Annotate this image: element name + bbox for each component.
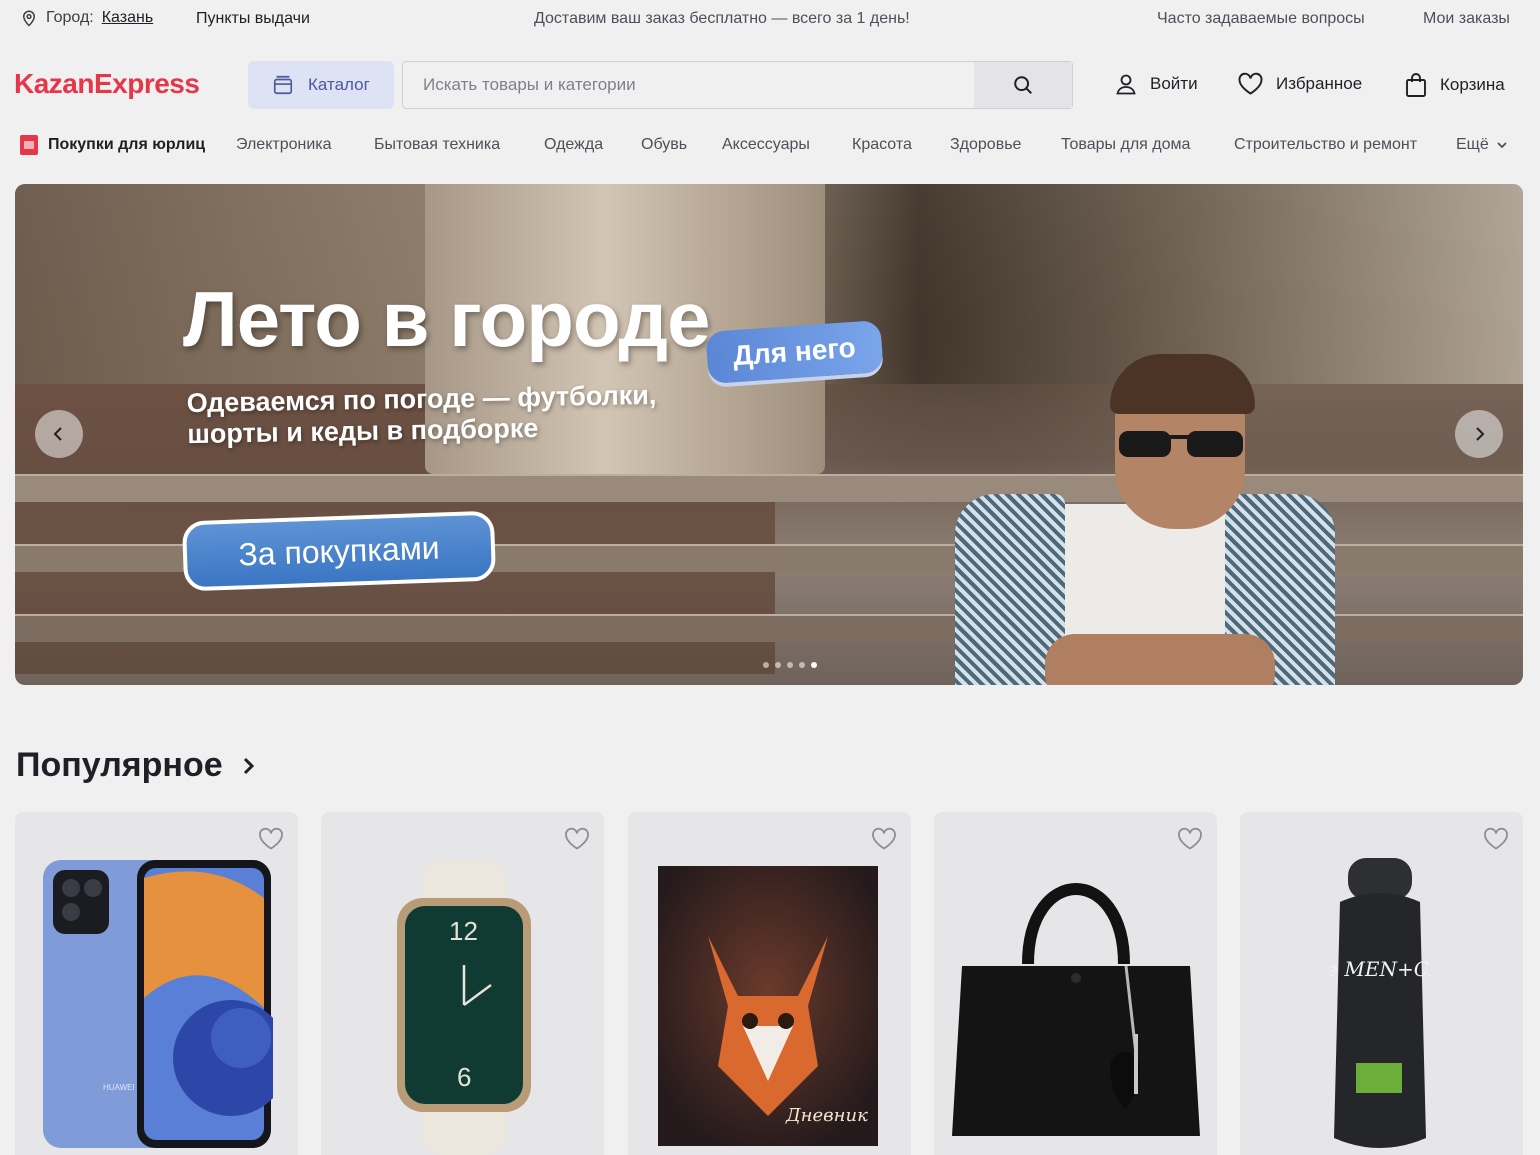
model-hair: [1110, 354, 1255, 414]
banner-next-button[interactable]: [1455, 410, 1503, 458]
my-orders-link[interactable]: Мои заказы: [1423, 10, 1510, 28]
notebook-image: Дневник: [658, 866, 878, 1146]
delivery-promo-text: Доставим ваш заказ бесплатно — всего за …: [534, 10, 910, 27]
svg-text:12: 12: [449, 916, 478, 946]
product-card[interactable]: 12 6: [321, 812, 604, 1155]
category-electronics[interactable]: Электроника: [236, 136, 332, 154]
header: KazanExpress Каталог Войти Избранное Кор…: [0, 38, 1540, 130]
favorite-heart-icon[interactable]: [871, 826, 897, 852]
smartphone-image: HUAWEI: [43, 860, 273, 1148]
business-purchases-link[interactable]: Покупки для юрлиц: [20, 135, 205, 155]
shampoo-brand-print: Dove MEN+CARE: [1330, 957, 1430, 981]
favorite-heart-icon[interactable]: [1483, 826, 1509, 852]
shopping-bag-icon: [1406, 73, 1426, 97]
cart-label: Корзина: [1440, 75, 1505, 94]
shampoo-bottle-image: Dove MEN+CARE: [1330, 858, 1430, 1148]
banner-prev-button[interactable]: [35, 410, 83, 458]
catalog-icon: [273, 75, 293, 95]
more-categories-button[interactable]: Ещё: [1456, 136, 1509, 154]
category-home[interactable]: Товары для дома: [1061, 136, 1190, 154]
catalog-button[interactable]: Каталог: [248, 61, 394, 109]
category-shoes[interactable]: Обувь: [641, 136, 687, 154]
product-card[interactable]: Dove MEN+CARE: [1240, 812, 1523, 1155]
product-list: HUAWEI 12 6 Дневник MEN+C: [15, 812, 1523, 1155]
svg-text:6: 6: [457, 1062, 471, 1092]
favorites-label: Избранное: [1276, 74, 1363, 93]
banner-title: Лето в городе: [183, 275, 710, 363]
chevron-down-icon: [1497, 142, 1507, 149]
smart-watch-image: 12 6: [397, 860, 531, 1155]
cart-button[interactable]: Корзина: [1404, 72, 1505, 98]
category-nav: Покупки для юрлиц Электроника Бытовая те…: [0, 130, 1540, 160]
category-clothing[interactable]: Одежда: [544, 136, 603, 154]
chevron-left-icon: [53, 427, 62, 441]
catalog-label: Каталог: [308, 75, 370, 94]
search-icon: [1014, 76, 1032, 94]
banner-dot[interactable]: [775, 662, 781, 668]
handbag-image: [952, 883, 1200, 1136]
search-button[interactable]: [974, 62, 1072, 108]
city-label: Город:: [46, 9, 94, 26]
product-card[interactable]: Дневник: [628, 812, 911, 1155]
chevron-right-icon: [243, 757, 254, 774]
category-health[interactable]: Здоровье: [950, 136, 1021, 154]
favorite-heart-icon[interactable]: [1177, 826, 1203, 852]
top-bar: Город: Казань Пункты выдачи Доставим ваш…: [0, 0, 1540, 38]
favorite-heart-icon[interactable]: [258, 826, 284, 852]
category-accessories[interactable]: Аксессуары: [722, 136, 810, 154]
faq-link[interactable]: Часто задаваемые вопросы: [1157, 10, 1365, 28]
banner-dot[interactable]: [787, 662, 793, 668]
user-icon: [1116, 74, 1136, 95]
banner-model-image: [925, 354, 1385, 685]
popular-title: Популярное: [16, 746, 223, 784]
category-beauty[interactable]: Красота: [852, 136, 912, 154]
business-icon: [20, 135, 38, 155]
city-link[interactable]: Казань: [102, 9, 153, 27]
login-label: Войти: [1150, 74, 1198, 93]
shop-now-button[interactable]: За покупками: [181, 510, 497, 592]
category-appliances[interactable]: Бытовая техника: [374, 136, 500, 154]
banner-pagination: [763, 662, 817, 668]
location-pin-icon: [22, 10, 36, 27]
favorites-button[interactable]: Избранное: [1237, 72, 1362, 96]
model-arms: [1045, 634, 1275, 685]
business-label: Покупки для юрлиц: [48, 136, 206, 153]
banner-dot-active[interactable]: [811, 662, 817, 668]
logo[interactable]: KazanExpress: [14, 68, 200, 100]
sunglasses-icon: [1119, 431, 1243, 457]
category-construction[interactable]: Строительство и ремонт: [1234, 136, 1417, 154]
banner-dot[interactable]: [799, 662, 805, 668]
search-input[interactable]: [403, 62, 974, 108]
banner-dot[interactable]: [763, 662, 769, 668]
search-bar: [402, 61, 1073, 109]
favorite-heart-icon[interactable]: [564, 826, 590, 852]
banner-subtitle: Одеваемся по погоде — футболки, шорты и …: [186, 380, 657, 450]
chevron-right-icon: [1476, 427, 1485, 441]
heart-icon: [1238, 72, 1263, 95]
phone-brand-print: HUAWEI: [103, 1083, 135, 1092]
promo-banner[interactable]: Лето в городе Для него Одеваемся по пого…: [15, 184, 1523, 685]
more-label: Ещё: [1456, 136, 1489, 153]
notebook-print: Дневник: [785, 1105, 868, 1126]
pickup-points-link[interactable]: Пункты выдачи: [196, 10, 310, 28]
product-card[interactable]: HUAWEI: [15, 812, 298, 1155]
popular-section-link[interactable]: Популярное: [16, 746, 257, 785]
product-card[interactable]: [934, 812, 1217, 1155]
city-selector[interactable]: Город: Казань: [20, 9, 153, 27]
login-button[interactable]: Войти: [1114, 72, 1198, 96]
